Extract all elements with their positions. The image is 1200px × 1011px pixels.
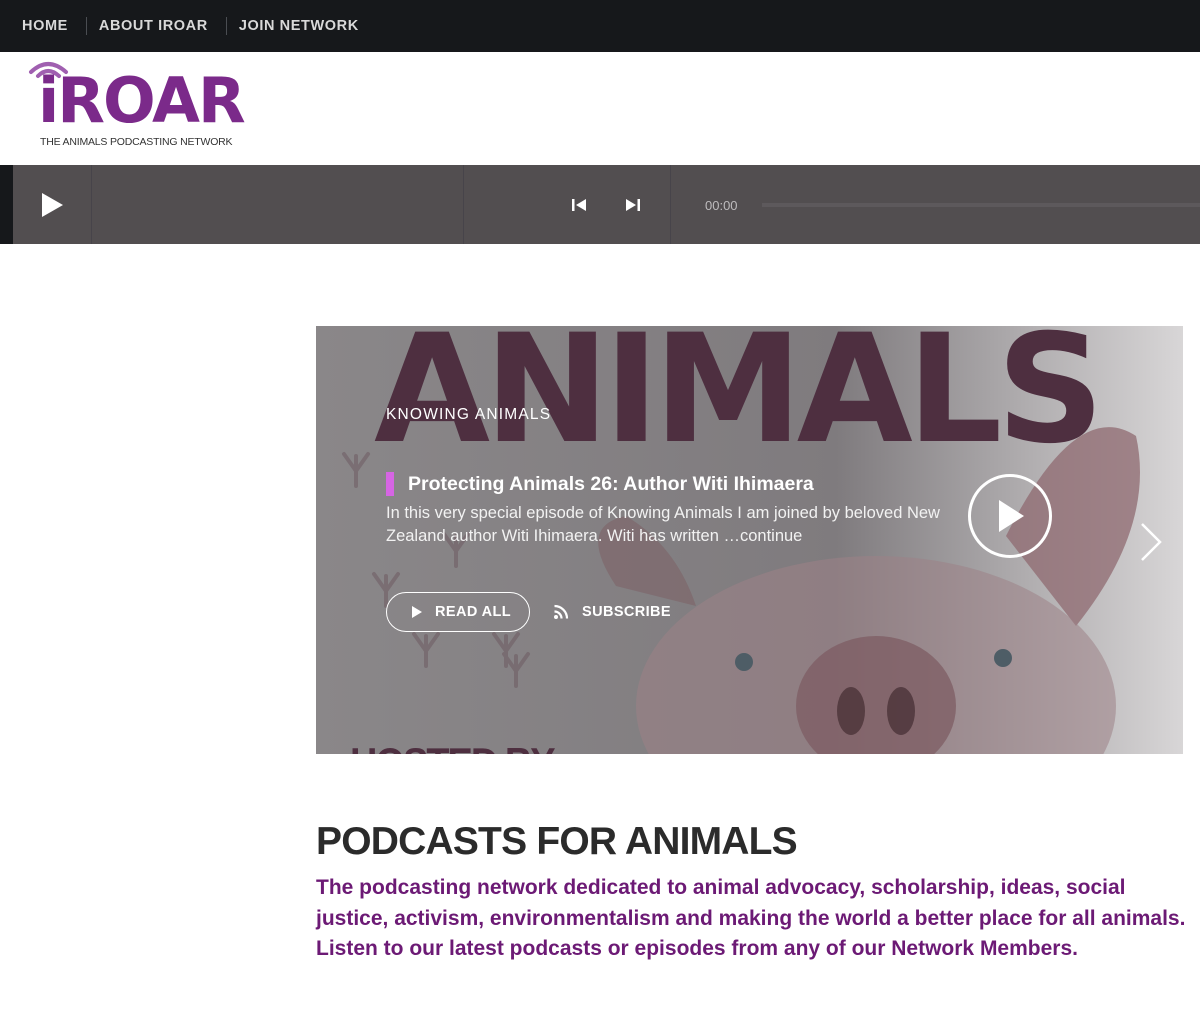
player-edge [0,165,13,244]
read-all-label: READ ALL [435,604,511,620]
site-logo[interactable]: iROAR THE ANIMALS PODCASTING NETWORK [28,56,246,156]
episode-excerpt: In this very special episode of Knowing … [386,504,940,545]
title-accent-bar [386,472,394,496]
player-previous-button[interactable] [565,193,591,217]
hero-background-hosted: HOSTED BY [350,740,555,754]
nav-join-network[interactable]: JOIN NETWORK [239,0,359,52]
play-icon [42,192,63,217]
read-all-button[interactable]: READ ALL [386,592,530,632]
nav-about-iroar[interactable]: ABOUT IROAR [99,0,208,52]
subscribe-label: SUBSCRIBE [582,604,671,620]
featured-episode-hero: ANIMALS HOSTED BY KNOWING ANIMALS Protec… [316,326,1183,754]
hero-background-title: ANIMALS [374,326,1098,477]
top-navigation: HOME ABOUT IROAR JOIN NETWORK [0,0,1200,52]
logo-tagline: THE ANIMALS PODCASTING NETWORK [40,136,233,148]
chevron-right-icon [1141,523,1162,561]
episode-title[interactable]: Protecting Animals 26: Author Witi Ihima… [408,473,814,496]
episode-play-button[interactable] [968,474,1052,558]
play-icon [412,606,422,618]
podcast-name[interactable]: KNOWING ANIMALS [386,406,551,424]
next-icon [626,199,640,211]
nav-separator [225,17,227,35]
previous-icon [572,199,586,211]
subscribe-button[interactable]: SUBSCRIBE [553,592,671,632]
section-description: The podcasting network dedicated to anim… [316,876,1186,960]
logo-wordmark: iROAR [38,64,246,137]
episode-title-row: Protecting Animals 26: Author Witi Ihima… [386,472,814,496]
player-divider [670,165,671,244]
player-next-button[interactable] [621,193,647,217]
section-heading: PODCASTS FOR ANIMALS [316,820,798,863]
player-time: 00:00 [705,198,738,213]
play-icon [999,500,1024,532]
player-divider [463,165,464,244]
nav-home[interactable]: HOME [22,0,68,52]
player-play-button[interactable] [13,165,92,244]
nav-separator [85,17,87,35]
rss-icon [554,604,569,619]
carousel-next-arrow[interactable] [1136,520,1166,564]
player-progress-bar[interactable] [762,203,1200,207]
audio-player: 00:00 [0,165,1200,244]
